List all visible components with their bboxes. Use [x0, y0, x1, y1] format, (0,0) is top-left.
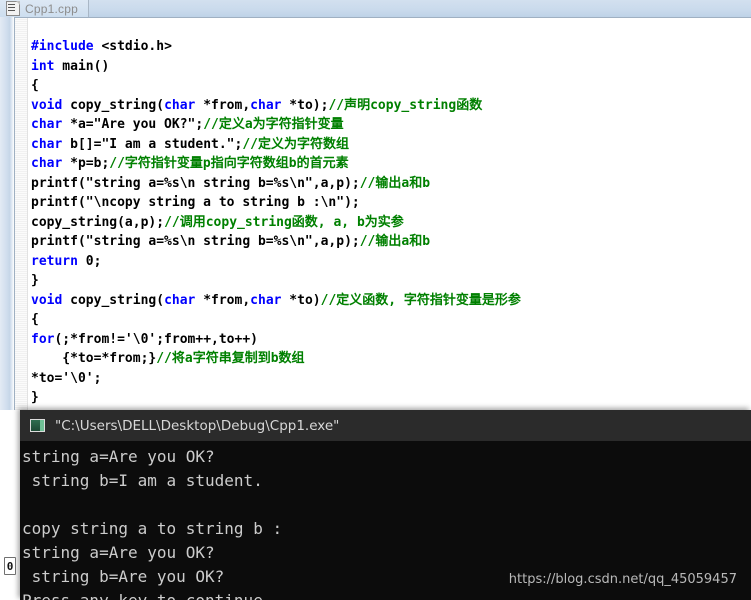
code-token: printf("string a=%s\n string b=%s\n",a,p…	[31, 175, 360, 191]
code-token: char	[31, 117, 63, 132]
console-line: string b=I am a student.	[22, 471, 263, 490]
code-token: //输出a和b	[359, 234, 431, 249]
console-line: string a=Are you OK?	[22, 447, 215, 466]
code-line: printf("string a=%s\n string b=%s\n",a,p…	[31, 174, 751, 194]
code-token: //定义为字符数组	[242, 136, 349, 152]
tab-label: Cpp1.cpp	[25, 1, 78, 16]
terminal-icon	[30, 419, 45, 432]
code-line: printf("\ncopy string a to string b :\n"…	[31, 193, 751, 213]
code-line: char *a="Are you OK?";//定义a为字符指针变量	[31, 115, 751, 135]
code-token: copy_string(	[62, 292, 165, 308]
code-token: *from,	[195, 292, 251, 308]
console-title: "C:\Users\DELL\Desktop\Debug\Cpp1.exe"	[55, 417, 340, 434]
code-line: *to='\0';	[31, 369, 751, 389]
screenshot-root: Cpp1.cpp #include <stdio.h> int main(){vo…	[0, 0, 751, 600]
code-token: char	[164, 292, 196, 308]
code-token: void	[31, 292, 63, 308]
console-window[interactable]: "C:\Users\DELL\Desktop\Debug\Cpp1.exe" s…	[20, 410, 751, 600]
code-token: }	[31, 390, 39, 405]
code-token: (;*from!='\0';from++,to++)	[54, 331, 258, 347]
code-token: *p=b;	[62, 156, 110, 171]
code-token: printf("\ncopy string a to string b :\n"…	[31, 195, 360, 210]
code-line: char b[]="I am a student.";//定义为字符数组	[31, 135, 751, 155]
code-line: copy_string(a,p);//调用copy_string函数, a, b…	[31, 213, 751, 233]
code-line: }	[31, 388, 751, 408]
code-line: int main()	[31, 57, 751, 77]
console-line: string a=Are you OK?	[22, 543, 215, 562]
code-token: #include	[31, 39, 102, 54]
code-token: char	[250, 292, 282, 308]
code-token: char	[31, 156, 63, 171]
code-line: {	[31, 76, 751, 96]
source-code[interactable]: #include <stdio.h> int main(){void copy_s…	[31, 37, 751, 408]
editor-left-band	[0, 17, 14, 410]
code-line: char *p=b;//字符指针变量p指向字符数组b的首元素	[31, 154, 751, 174]
code-token: copy_string(a,p);	[31, 214, 165, 230]
code-line: {	[31, 310, 751, 330]
code-token: char	[250, 97, 282, 113]
code-token: //定义a为字符指针变量	[203, 117, 344, 132]
code-token: b[]="I am a student.";	[62, 136, 243, 152]
code-line: void copy_string(char *from,char *to);//…	[31, 96, 751, 116]
code-token: {	[31, 312, 39, 327]
code-editor[interactable]: #include <stdio.h> int main(){void copy_s…	[0, 17, 751, 410]
code-token: <stdio.h>	[101, 39, 172, 54]
code-line: #include <stdio.h>	[31, 37, 751, 57]
cpp-file-icon	[6, 1, 20, 16]
code-token: printf("string a=%s\n string b=%s\n",a,p…	[31, 234, 360, 249]
tab-cpp1-cpp[interactable]: Cpp1.cpp	[0, 0, 89, 17]
code-token: char	[164, 97, 196, 113]
code-token: {*to=*from;}	[31, 351, 157, 366]
code-token: //调用copy_string函数, a, b为实参	[164, 214, 404, 230]
code-token: copy_string(	[62, 97, 165, 113]
code-token: }	[31, 273, 39, 288]
console-line: copy string a to string b :	[22, 519, 283, 538]
code-token: *to='\0';	[31, 370, 102, 386]
code-token: *a="Are you OK?";	[62, 117, 204, 132]
code-token: *to);	[281, 97, 329, 113]
console-line: Press any key to continue	[22, 589, 751, 600]
code-token: *from,	[195, 97, 251, 113]
code-token: 0;	[77, 253, 102, 269]
code-token: void	[31, 97, 63, 113]
code-token: //字符指针变量p指向字符数组b的首元素	[109, 156, 349, 171]
code-token: //声明copy_string函数	[328, 97, 483, 113]
code-token: //输出a和b	[359, 175, 431, 191]
editor-tab-strip: Cpp1.cpp	[0, 0, 751, 18]
code-line: for(;*from!='\0';from++,to++)	[31, 330, 751, 350]
code-line: printf("string a=%s\n string b=%s\n",a,p…	[31, 232, 751, 252]
code-line: }	[31, 271, 751, 291]
code-line: {*to=*from;}//将a字符串复制到b数组	[31, 349, 751, 369]
code-token: //定义函数, 字符指针变量是形参	[320, 292, 521, 308]
code-token: main()	[54, 58, 110, 74]
code-line: void copy_string(char *from,char *to)//定…	[31, 291, 751, 311]
code-line: return 0;	[31, 252, 751, 272]
editor-gutter[interactable]	[15, 18, 28, 410]
code-token: {	[31, 78, 39, 93]
code-token: *to)	[281, 292, 321, 308]
code-token: int	[31, 58, 55, 74]
gutter-marker[interactable]: 0	[4, 557, 16, 575]
console-titlebar[interactable]: "C:\Users\DELL\Desktop\Debug\Cpp1.exe"	[20, 410, 751, 441]
code-token: //将a字符串复制到b数组	[156, 351, 305, 366]
code-token: for	[31, 331, 55, 347]
watermark-url: https://blog.csdn.net/qq_45059457	[508, 572, 737, 587]
code-token: return	[31, 253, 78, 269]
code-token: char	[31, 136, 63, 152]
